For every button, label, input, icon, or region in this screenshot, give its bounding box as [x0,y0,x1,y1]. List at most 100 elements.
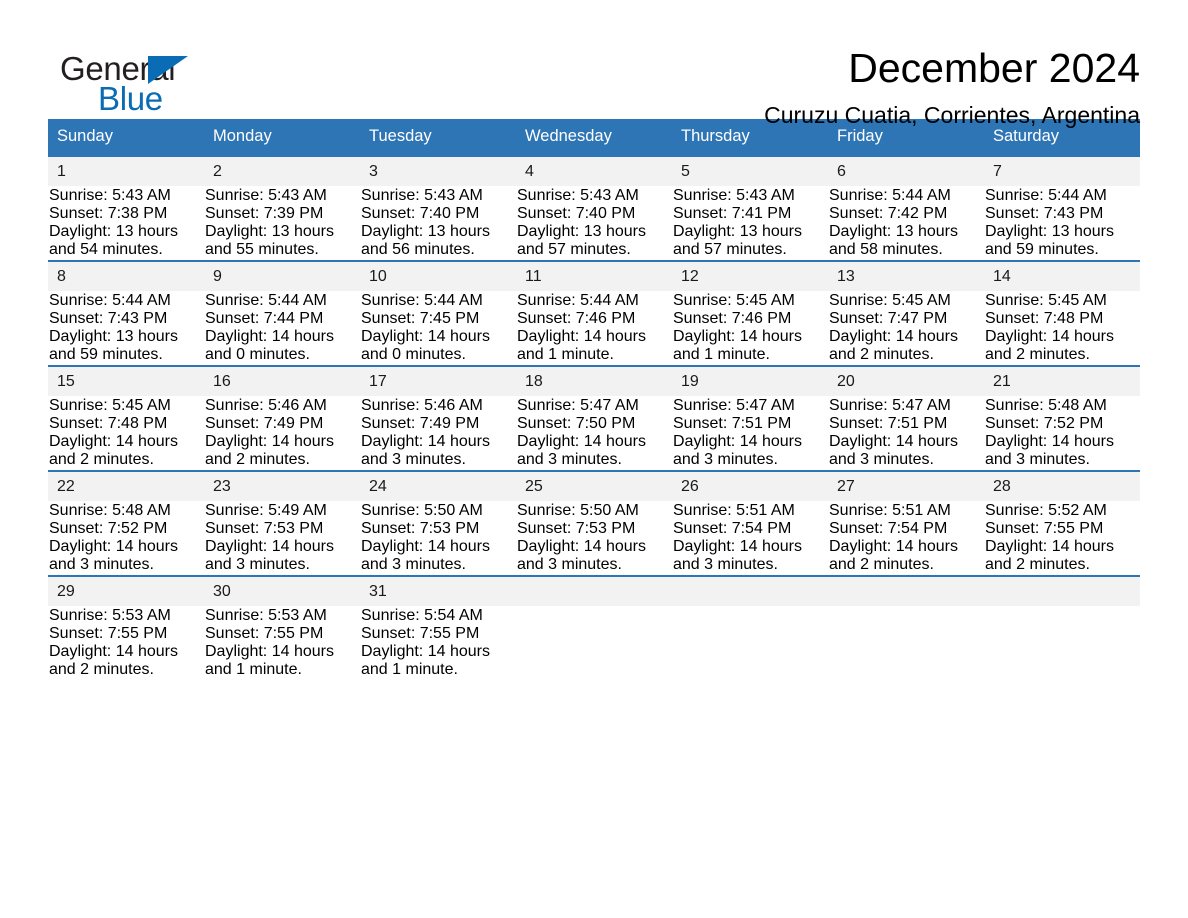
day-number[interactable]: 30 [204,575,360,606]
day-cell[interactable]: Sunrise: 5:50 AM Sunset: 7:53 PM Daylight:… [516,501,672,576]
day-number[interactable]: 25 [516,470,672,501]
day-cell[interactable]: Sunrise: 5:54 AM Sunset: 7:55 PM Daylight:… [360,606,516,680]
day-daylight-line2: and 2 minutes. [49,451,154,468]
day-daylight-line2: and 1 minute. [673,346,770,363]
calendar-week-detail-row: Sunrise: 5:43 AM Sunset: 7:38 PM Daylight:… [48,186,1140,261]
page-header: General Blue December 2024 Curuzu Cuatia… [48,0,1140,127]
day-number[interactable]: 19 [672,365,828,396]
day-cell[interactable]: Sunrise: 5:48 AM Sunset: 7:52 PM Daylight:… [48,501,204,576]
day-number[interactable]: 26 [672,470,828,501]
day-number[interactable]: 7 [984,155,1140,186]
day-sunset: Sunset: 7:40 PM [361,205,480,222]
day-cell[interactable]: Sunrise: 5:45 AM Sunset: 7:47 PM Daylight:… [828,291,984,366]
day-number[interactable]: 22 [48,470,204,501]
day-sunset: Sunset: 7:55 PM [361,625,480,642]
calendar-week-row: 1234567 [48,155,1140,186]
day-sunrise: Sunrise: 5:46 AM [205,397,327,414]
day-number[interactable]: 29 [48,575,204,606]
day-sunrise: Sunrise: 5:44 AM [205,292,327,309]
day-daylight-line1: Daylight: 14 hours [205,538,334,555]
day-cell[interactable]: Sunrise: 5:45 AM Sunset: 7:46 PM Daylight:… [672,291,828,366]
day-cell[interactable]: Sunrise: 5:44 AM Sunset: 7:46 PM Daylight:… [516,291,672,366]
day-number[interactable]: 12 [672,260,828,291]
day-number[interactable]: 16 [204,365,360,396]
day-number[interactable]: 14 [984,260,1140,291]
day-number[interactable]: 4 [516,155,672,186]
day-number[interactable]: 9 [204,260,360,291]
logo-text-blue: Blue [98,80,163,117]
general-blue-logo[interactable]: General Blue [48,44,248,118]
day-number[interactable]: 18 [516,365,672,396]
day-daylight-line1: Daylight: 13 hours [49,223,178,240]
day-daylight-line2: and 2 minutes. [829,346,934,363]
day-sunrise: Sunrise: 5:45 AM [985,292,1107,309]
day-sunset: Sunset: 7:47 PM [829,310,948,327]
day-daylight-line1: Daylight: 14 hours [49,433,178,450]
day-cell[interactable]: Sunrise: 5:52 AM Sunset: 7:55 PM Daylight:… [984,501,1140,576]
day-number[interactable]: 27 [828,470,984,501]
day-number[interactable]: 8 [48,260,204,291]
day-number[interactable]: 15 [48,365,204,396]
day-sunrise: Sunrise: 5:44 AM [49,292,171,309]
day-cell[interactable]: Sunrise: 5:45 AM Sunset: 7:48 PM Daylight:… [984,291,1140,366]
day-daylight-line2: and 57 minutes. [517,241,631,258]
day-sunset: Sunset: 7:44 PM [205,310,324,327]
day-cell[interactable]: Sunrise: 5:43 AM Sunset: 7:40 PM Daylight:… [516,186,672,261]
day-cell-empty [672,606,828,680]
day-daylight-line2: and 2 minutes. [985,556,1090,573]
day-cell-empty [828,606,984,680]
day-number[interactable]: 20 [828,365,984,396]
day-sunset: Sunset: 7:55 PM [205,625,324,642]
day-cell[interactable]: Sunrise: 5:43 AM Sunset: 7:38 PM Daylight:… [48,186,204,261]
day-daylight-line1: Daylight: 13 hours [49,328,178,345]
calendar-week-row: 22 23 24 25 26 27 28 [48,470,1140,501]
day-sunrise: Sunrise: 5:44 AM [517,292,639,309]
day-number[interactable]: 31 [360,575,516,606]
day-cell[interactable]: Sunrise: 5:43 AM Sunset: 7:39 PM Daylight:… [204,186,360,261]
day-number[interactable]: 24 [360,470,516,501]
day-daylight-line2: and 3 minutes. [985,451,1090,468]
day-sunset: Sunset: 7:43 PM [49,310,168,327]
day-cell[interactable]: Sunrise: 5:43 AM Sunset: 7:40 PM Daylight:… [360,186,516,261]
day-number[interactable]: 23 [204,470,360,501]
day-cell[interactable]: Sunrise: 5:44 AM Sunset: 7:43 PM Daylight:… [48,291,204,366]
day-cell[interactable]: Sunrise: 5:46 AM Sunset: 7:49 PM Daylight:… [360,396,516,471]
day-number[interactable]: 11 [516,260,672,291]
day-number[interactable]: 5 [672,155,828,186]
day-cell[interactable]: Sunrise: 5:51 AM Sunset: 7:54 PM Daylight:… [828,501,984,576]
day-cell[interactable]: Sunrise: 5:49 AM Sunset: 7:53 PM Daylight:… [204,501,360,576]
day-daylight-line2: and 3 minutes. [205,556,310,573]
day-number[interactable]: 3 [360,155,516,186]
day-cell[interactable]: Sunrise: 5:47 AM Sunset: 7:51 PM Daylight:… [672,396,828,471]
day-cell[interactable]: Sunrise: 5:47 AM Sunset: 7:50 PM Daylight:… [516,396,672,471]
day-number[interactable]: 21 [984,365,1140,396]
day-cell[interactable]: Sunrise: 5:51 AM Sunset: 7:54 PM Daylight:… [672,501,828,576]
day-cell[interactable]: Sunrise: 5:44 AM Sunset: 7:44 PM Daylight:… [204,291,360,366]
day-number[interactable]: 6 [828,155,984,186]
day-cell[interactable]: Sunrise: 5:43 AM Sunset: 7:41 PM Daylight:… [672,186,828,261]
day-cell[interactable]: Sunrise: 5:45 AM Sunset: 7:48 PM Daylight:… [48,396,204,471]
day-cell[interactable]: Sunrise: 5:44 AM Sunset: 7:45 PM Daylight:… [360,291,516,366]
day-sunrise: Sunrise: 5:47 AM [673,397,795,414]
day-cell[interactable]: Sunrise: 5:47 AM Sunset: 7:51 PM Daylight:… [828,396,984,471]
day-number[interactable]: 10 [360,260,516,291]
day-daylight-line1: Daylight: 14 hours [673,328,802,345]
day-cell[interactable]: Sunrise: 5:50 AM Sunset: 7:53 PM Daylight:… [360,501,516,576]
day-number[interactable]: 13 [828,260,984,291]
day-cell[interactable]: Sunrise: 5:53 AM Sunset: 7:55 PM Daylight:… [48,606,204,680]
day-cell[interactable]: Sunrise: 5:44 AM Sunset: 7:42 PM Daylight:… [828,186,984,261]
day-sunset: Sunset: 7:49 PM [205,415,324,432]
day-daylight-line2: and 2 minutes. [205,451,310,468]
day-cell[interactable]: Sunrise: 5:48 AM Sunset: 7:52 PM Daylight:… [984,396,1140,471]
day-cell[interactable]: Sunrise: 5:46 AM Sunset: 7:49 PM Daylight:… [204,396,360,471]
day-daylight-line2: and 58 minutes. [829,241,943,258]
day-cell[interactable]: Sunrise: 5:44 AM Sunset: 7:43 PM Daylight:… [984,186,1140,261]
day-sunset: Sunset: 7:50 PM [517,415,636,432]
day-number[interactable]: 28 [984,470,1140,501]
day-number[interactable]: 17 [360,365,516,396]
day-sunrise: Sunrise: 5:51 AM [673,502,795,519]
day-cell[interactable]: Sunrise: 5:53 AM Sunset: 7:55 PM Daylight:… [204,606,360,680]
day-sunset: Sunset: 7:46 PM [517,310,636,327]
day-number[interactable]: 2 [204,155,360,186]
day-number[interactable]: 1 [48,155,204,186]
